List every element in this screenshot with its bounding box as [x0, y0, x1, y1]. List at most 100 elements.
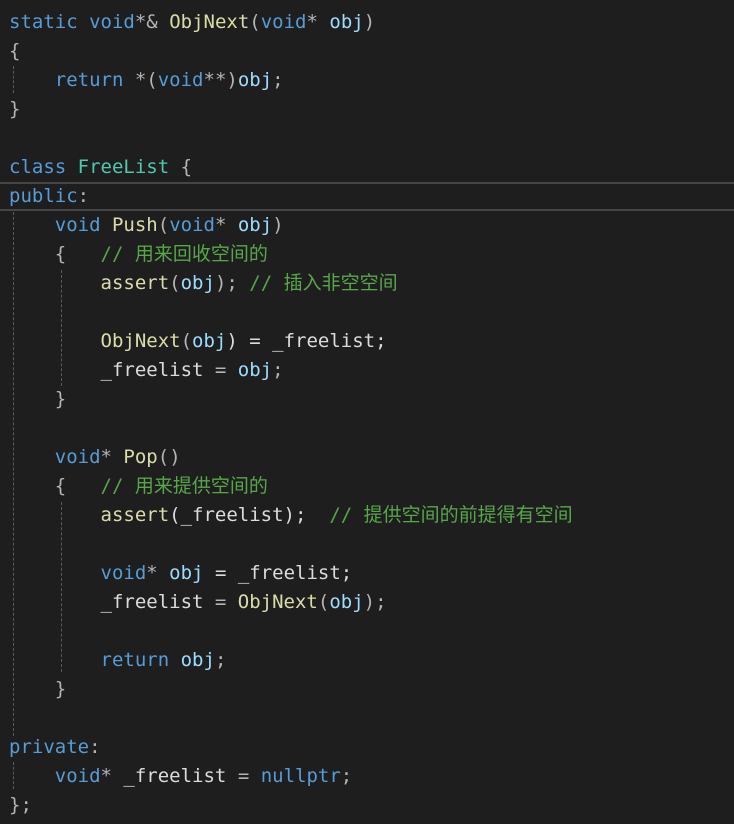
operator: = — [203, 359, 238, 381]
parameter: obj — [180, 272, 215, 294]
keyword: void — [157, 69, 204, 91]
code-line-push-assign[interactable]: _freelist = obj; — [9, 356, 284, 385]
punctuation: { — [9, 40, 21, 62]
code-line-pop-close[interactable]: } — [9, 675, 66, 704]
operator: * — [100, 446, 124, 468]
code-text: = _freelist; — [203, 562, 353, 584]
code-line-class-close[interactable]: }; — [9, 791, 32, 820]
member-variable: _freelist — [100, 591, 204, 613]
comment: // 插入非空空间 — [249, 272, 398, 294]
code-line-push-close[interactable]: } — [9, 385, 66, 414]
punctuation: ); — [214, 272, 238, 294]
operator: *& — [134, 11, 170, 33]
punctuation: } — [54, 388, 67, 410]
function-name: assert — [100, 504, 170, 526]
code-editor[interactable]: static void*& ObjNext(void* obj) { retur… — [0, 0, 734, 824]
local-variable: obj — [169, 562, 204, 584]
function-name: ObjNext — [237, 591, 318, 613]
keyword: void — [169, 214, 215, 236]
punctuation: { — [169, 156, 193, 178]
keyword: void — [54, 214, 101, 236]
keyword: public — [9, 185, 78, 207]
keyword: class — [9, 156, 67, 178]
punctuation: ) — [363, 11, 376, 33]
punctuation: ( — [169, 272, 181, 294]
operator: * — [306, 11, 330, 33]
keyword: void — [54, 765, 101, 787]
code-line-pop-declaration[interactable]: void* obj = _freelist; — [9, 559, 353, 588]
punctuation: ; — [272, 69, 284, 91]
parameter: obj — [329, 11, 364, 33]
keyword: void — [89, 11, 135, 33]
member-variable: _freelist — [100, 359, 204, 381]
keyword: void — [260, 11, 307, 33]
code-line-public-current[interactable]: public: — [0, 182, 734, 211]
code-line-push-open[interactable]: { // 用来回收空间的 — [9, 240, 268, 269]
comment: // 提供空间的前提得有空间 — [329, 504, 573, 526]
punctuation: : — [77, 185, 90, 207]
punctuation: ( — [180, 330, 193, 352]
operator: = — [203, 591, 238, 613]
punctuation: ( — [317, 591, 330, 613]
comment: // 用来提供空间的 — [100, 475, 268, 497]
operator: * — [100, 765, 124, 787]
punctuation: ; — [214, 649, 227, 671]
local-variable: obj — [329, 591, 364, 613]
code-line-pop-assert[interactable]: assert(_freelist); // 提供空间的前提得有空间 — [9, 501, 573, 530]
operator: = — [226, 765, 261, 787]
code-line-brace[interactable]: } — [9, 95, 20, 124]
punctuation: ) — [272, 214, 284, 236]
type-name: FreeList — [77, 156, 170, 178]
parameter: obj — [237, 359, 273, 381]
punctuation: ; — [272, 359, 284, 381]
code-line-member-declaration[interactable]: void* _freelist = nullptr; — [9, 762, 352, 791]
operator: * — [146, 562, 170, 584]
punctuation: () — [157, 446, 181, 468]
code-line-pop-return[interactable]: return obj; — [9, 646, 227, 675]
keyword: nullptr — [260, 765, 341, 787]
keyword: void — [100, 562, 147, 584]
operator: * — [214, 214, 238, 236]
code-line-pop-open[interactable]: { // 用来提供空间的 — [9, 472, 268, 501]
operator: **) — [203, 69, 238, 91]
code-line-pop-assign[interactable]: _freelist = ObjNext(obj); — [9, 588, 387, 617]
code-line-pop-signature[interactable]: void* Pop() — [9, 443, 181, 472]
punctuation: ); — [363, 591, 387, 613]
code-text: (_freelist); — [169, 504, 307, 526]
punctuation: } — [54, 678, 67, 700]
comment: // 用来回收空间的 — [100, 243, 268, 265]
code-line-brace[interactable]: { — [9, 37, 20, 66]
member-variable: _freelist — [123, 765, 227, 787]
function-name: ObjNext — [169, 11, 250, 33]
code-line-class-declaration[interactable]: class FreeList { — [9, 153, 192, 182]
operator: *( — [123, 69, 158, 91]
punctuation: ( — [157, 214, 170, 236]
parameter: obj — [237, 214, 273, 236]
punctuation: : — [89, 736, 101, 758]
function-name: ObjNext — [100, 330, 181, 352]
code-line-push-signature[interactable]: void Push(void* obj) — [9, 211, 284, 240]
function-name: Push — [111, 214, 158, 236]
code-line-push-assert[interactable]: assert(obj); // 插入非空空间 — [9, 269, 398, 298]
code-line-return[interactable]: return *(void**)obj; — [9, 66, 284, 95]
keyword: return — [100, 649, 170, 671]
parameter: obj — [237, 69, 273, 91]
keyword: private — [9, 736, 90, 758]
function-name: Pop — [123, 446, 158, 468]
local-variable: obj — [180, 649, 215, 671]
punctuation: { — [54, 475, 67, 497]
punctuation: ( — [249, 11, 261, 33]
code-text: ) = _freelist; — [226, 330, 387, 352]
code-line-private[interactable]: private: — [9, 733, 101, 762]
punctuation: } — [9, 98, 21, 120]
code-line-objnext-signature[interactable]: static void*& ObjNext(void* obj) — [9, 8, 375, 37]
keyword: static — [9, 11, 78, 33]
keyword: return — [54, 69, 124, 91]
parameter: obj — [192, 330, 227, 352]
keyword: void — [54, 446, 101, 468]
punctuation: }; — [9, 794, 32, 816]
punctuation: ; — [340, 765, 353, 787]
punctuation: { — [54, 243, 67, 265]
code-line-push-objnext[interactable]: ObjNext(obj) = _freelist; — [9, 327, 387, 356]
function-name: assert — [100, 272, 170, 294]
